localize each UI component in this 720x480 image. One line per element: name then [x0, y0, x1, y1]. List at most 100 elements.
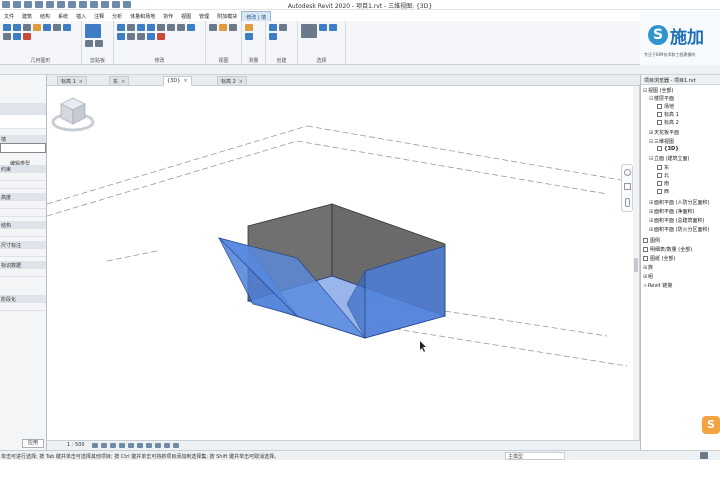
view-scale[interactable]: 1 : 500: [67, 442, 85, 448]
trim-icon[interactable]: [187, 24, 195, 31]
tree-item[interactable]: ⊞族: [643, 264, 653, 271]
save-icon[interactable]: [13, 1, 21, 8]
zoom-icon[interactable]: [624, 183, 631, 190]
close-icon[interactable]: ×: [183, 78, 187, 84]
tree-item-active-view[interactable]: {3D}: [657, 146, 679, 152]
paste-icon[interactable]: [13, 33, 21, 40]
tree-item[interactable]: 南: [657, 180, 669, 187]
apply-button[interactable]: 应用: [22, 439, 44, 448]
drawing-canvas[interactable]: [47, 86, 640, 440]
pin-icon[interactable]: [147, 33, 155, 40]
create-similar-icon[interactable]: [269, 33, 277, 40]
section-icon[interactable]: [90, 1, 98, 8]
visual-style-icon[interactable]: [101, 443, 107, 448]
instance-selector[interactable]: 编辑类型: [0, 115, 46, 167]
join-icon[interactable]: [13, 24, 21, 31]
tree-item[interactable]: 北: [657, 172, 669, 179]
match-type-icon[interactable]: [95, 40, 103, 47]
tree-item[interactable]: 东: [657, 164, 669, 171]
offset-icon[interactable]: [127, 24, 135, 31]
tab-insert[interactable]: 插入: [72, 11, 90, 21]
undo-icon[interactable]: [24, 1, 32, 8]
uncut-icon[interactable]: [63, 24, 71, 31]
tab-view-level-1[interactable]: 标高 1 ×: [57, 76, 87, 86]
tree-item[interactable]: ⊞天花板平面: [649, 129, 679, 136]
tab-manage[interactable]: 管理: [195, 11, 213, 21]
cut-icon[interactable]: [3, 24, 11, 31]
tab-architecture[interactable]: 建筑: [18, 11, 36, 21]
tree-item[interactable]: 明细表/数量 (全部): [643, 246, 692, 253]
3d-model-view[interactable]: [47, 86, 633, 440]
copy-element-icon[interactable]: [167, 24, 175, 31]
close-hidden-icon[interactable]: [112, 1, 120, 8]
unjoin-icon[interactable]: [3, 33, 11, 40]
align-icon[interactable]: [117, 24, 125, 31]
tree-item[interactable]: 图纸 (全部): [643, 255, 676, 262]
linework-icon[interactable]: [229, 24, 237, 31]
create-group-icon[interactable]: [279, 24, 287, 31]
open-icon[interactable]: [2, 1, 10, 8]
canvas-scrollbar[interactable]: [633, 86, 639, 440]
tab-view-east[interactable]: 东 ×: [109, 76, 130, 86]
side-badge-icon[interactable]: S: [702, 416, 720, 434]
pan-icon[interactable]: [625, 198, 630, 207]
redo-icon[interactable]: [35, 1, 43, 8]
save-selection-icon[interactable]: [319, 24, 327, 31]
tab-collaborate[interactable]: 协作: [159, 11, 177, 21]
tree-item[interactable]: ⊞面积平面 (人防分区面积): [649, 199, 710, 206]
paste-big-icon[interactable]: [85, 24, 101, 38]
tree-item[interactable]: ⊟楼层平面: [649, 95, 674, 102]
array-icon[interactable]: [127, 33, 135, 40]
load-selection-icon[interactable]: [329, 24, 337, 31]
override-icon[interactable]: [219, 24, 227, 31]
tab-file[interactable]: 文件: [0, 11, 18, 21]
prop-row[interactable]: [0, 229, 46, 237]
tab-modify-wall[interactable]: 修改 | 墙: [241, 11, 272, 21]
scroll-thumb[interactable]: [634, 258, 638, 272]
prop-row[interactable]: [0, 249, 46, 257]
tab-annotate[interactable]: 注释: [90, 11, 108, 21]
dimension-icon[interactable]: [245, 33, 253, 40]
temp-hide-icon[interactable]: [164, 443, 170, 448]
tree-item[interactable]: ⊞面积平面 (总建筑面积): [649, 217, 705, 224]
measure-icon[interactable]: [57, 1, 65, 8]
tab-massing-site[interactable]: 体量和场地: [126, 11, 159, 21]
thin-lines-icon[interactable]: [101, 1, 109, 8]
detail-level-icon[interactable]: [92, 443, 98, 448]
scale-icon[interactable]: [137, 33, 145, 40]
view-cube-icon[interactable]: [47, 86, 99, 138]
filter-icon[interactable]: [301, 24, 317, 38]
tab-structure[interactable]: 结构: [36, 11, 54, 21]
text-icon[interactable]: [68, 1, 76, 8]
render-icon[interactable]: [128, 443, 134, 448]
crop-view-icon[interactable]: [137, 443, 143, 448]
tab-systems[interactable]: 系统: [54, 11, 72, 21]
split-icon[interactable]: [117, 33, 125, 40]
demolish-icon[interactable]: [53, 24, 61, 31]
prop-row[interactable]: [0, 209, 46, 217]
prop-row[interactable]: [0, 269, 46, 277]
3d-view-icon[interactable]: [79, 1, 87, 8]
move-icon[interactable]: [157, 24, 165, 31]
show-crop-icon[interactable]: [146, 443, 152, 448]
wall-joins-icon[interactable]: [43, 24, 51, 31]
close-icon[interactable]: ×: [79, 79, 83, 85]
print-icon[interactable]: [46, 1, 54, 8]
tree-item[interactable]: ⊞面积平面 (防火分区面积): [649, 226, 710, 233]
prop-row[interactable]: [0, 181, 46, 189]
lock-view-icon[interactable]: [155, 443, 161, 448]
tree-item[interactable]: ⊟三维视图: [649, 138, 674, 145]
reveal-hidden-icon[interactable]: [173, 443, 179, 448]
prop-value-field[interactable]: [0, 143, 46, 153]
remove-paint-icon[interactable]: [23, 33, 31, 40]
tab-view-3d[interactable]: {3D} ×: [163, 76, 192, 86]
mirror-draw-icon[interactable]: [147, 24, 155, 31]
steering-wheel-icon[interactable]: [624, 169, 631, 176]
sun-path-icon[interactable]: [110, 443, 116, 448]
tab-analyze[interactable]: 分析: [108, 11, 126, 21]
create-part-icon[interactable]: [269, 24, 277, 31]
switch-windows-icon[interactable]: [123, 1, 131, 8]
tree-item[interactable]: 标高 1: [657, 111, 679, 118]
tree-item[interactable]: ⊞面积平面 (净面积): [649, 208, 695, 215]
active-model-field[interactable]: 主模型: [505, 452, 565, 460]
